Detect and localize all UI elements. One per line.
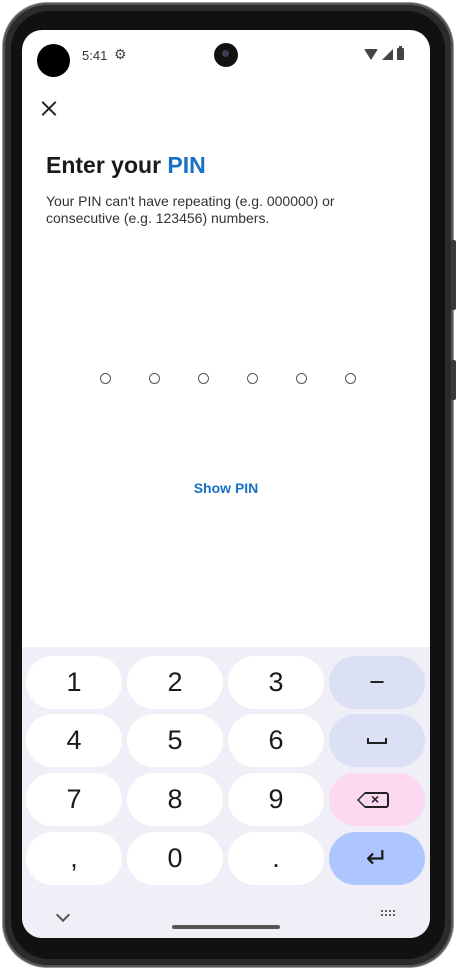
close-button[interactable] bbox=[36, 96, 62, 122]
signal-icon bbox=[382, 48, 393, 60]
key-space[interactable] bbox=[329, 714, 425, 767]
gear-icon: ⚙ bbox=[114, 46, 127, 62]
chevron-down-icon[interactable] bbox=[55, 907, 71, 923]
keyboard-switch-icon[interactable] bbox=[380, 909, 396, 917]
pin-dot bbox=[247, 373, 258, 384]
show-pin-button[interactable]: Show PIN bbox=[22, 480, 430, 496]
system-icons bbox=[364, 46, 404, 60]
status-time: 5:41 bbox=[82, 48, 108, 63]
key-2[interactable]: 2 bbox=[127, 656, 223, 709]
pin-dot bbox=[296, 373, 307, 384]
power-button bbox=[451, 360, 456, 400]
key-8[interactable]: 8 bbox=[127, 773, 223, 826]
title-prefix: Enter your bbox=[46, 152, 168, 178]
page-title: Enter your PIN bbox=[46, 152, 206, 179]
pin-dot bbox=[198, 373, 209, 384]
key-comma[interactable]: , bbox=[26, 832, 122, 885]
wifi-icon bbox=[364, 48, 378, 60]
key-6[interactable]: 6 bbox=[228, 714, 324, 767]
key-backspace[interactable]: × bbox=[329, 773, 425, 826]
volume-button bbox=[451, 240, 456, 310]
pin-dot bbox=[345, 373, 356, 384]
key-0[interactable]: 0 bbox=[127, 832, 223, 885]
key-1[interactable]: 1 bbox=[26, 656, 122, 709]
status-bar: 5:41 ⚙ bbox=[22, 30, 430, 80]
home-gesture-bar[interactable] bbox=[172, 925, 280, 929]
title-accent: PIN bbox=[167, 152, 206, 178]
pin-dot bbox=[100, 373, 111, 384]
screen: 5:41 ⚙ Enter your PIN Your PIN can't hav… bbox=[22, 30, 430, 938]
pin-dot bbox=[149, 373, 160, 384]
front-camera bbox=[214, 43, 238, 67]
pin-indicator bbox=[100, 373, 356, 387]
key-5[interactable]: 5 bbox=[127, 714, 223, 767]
key-4[interactable]: 4 bbox=[26, 714, 122, 767]
key-enter[interactable]: ↵ bbox=[329, 832, 425, 885]
camera-cutout-dot bbox=[37, 44, 70, 77]
key-minus[interactable]: − bbox=[329, 656, 425, 709]
navigation-bar bbox=[22, 898, 430, 938]
backspace-icon: × bbox=[357, 791, 389, 808]
space-icon bbox=[367, 737, 387, 744]
key-7[interactable]: 7 bbox=[26, 773, 122, 826]
pin-rules-text: Your PIN can't have repeating (e.g. 0000… bbox=[46, 193, 335, 226]
key-period[interactable]: . bbox=[228, 832, 324, 885]
numeric-keyboard: 1 2 3 − 4 5 6 7 8 9 × , 0 . ↵ bbox=[22, 647, 430, 938]
battery-icon bbox=[397, 46, 404, 60]
key-3[interactable]: 3 bbox=[228, 656, 324, 709]
key-9[interactable]: 9 bbox=[228, 773, 324, 826]
